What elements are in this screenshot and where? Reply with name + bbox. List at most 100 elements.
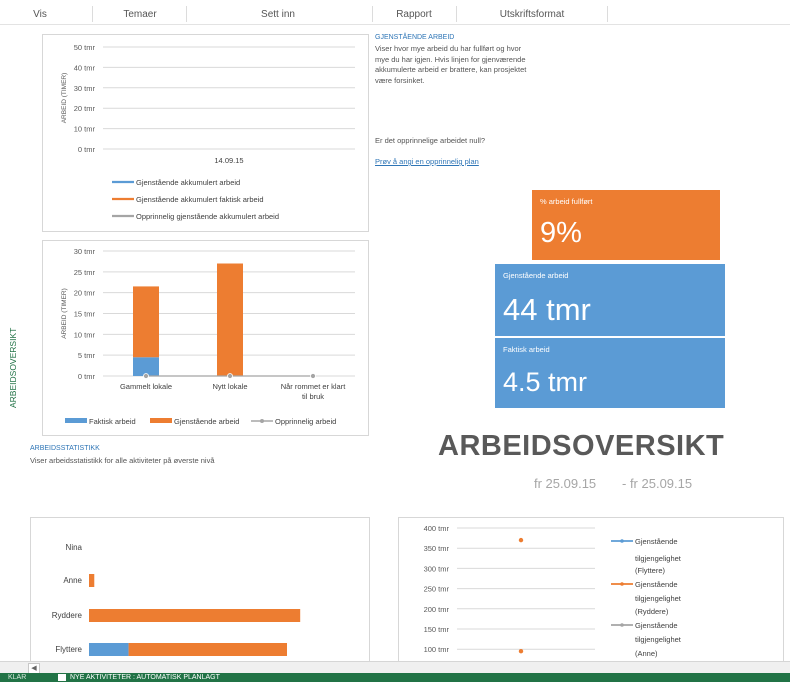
legend-label: Gjenstående arbeid: [174, 417, 239, 426]
y-tick-label: 20 tmr: [74, 289, 96, 298]
burndown-chart-svg: 50 tmr 40 tmr 30 tmr 20 tmr 10 tmr 0 tmr ARBEI…: [61, 43, 355, 221]
x-tick-label: Gammelt lokale: [120, 382, 172, 391]
x-tick-label: 14.09.15: [214, 156, 243, 165]
tile-value: 44 tmr: [503, 292, 591, 327]
y-tick-label: 400 tmr: [424, 524, 450, 533]
category-label: Flyttere: [55, 645, 82, 654]
y-axis-label: ARBEID (TIMER): [61, 73, 68, 124]
y-tick-label: 5 tmr: [78, 351, 96, 360]
bar: [133, 286, 159, 358]
legend-swatch: [65, 418, 87, 423]
tile-label: Gjenstående arbeid: [503, 271, 569, 280]
y-tick-label: 350 tmr: [424, 544, 450, 553]
legend-label: Opprinnelig arbeid: [275, 417, 336, 426]
tab-temaer[interactable]: Temaer: [123, 9, 156, 20]
work-stats-heading: ARBEIDSSTATISTIKK: [30, 445, 100, 452]
category-label: Ryddere: [52, 611, 83, 620]
ribbon-separator: [186, 6, 187, 22]
legend-label: tilgjengelighet: [635, 635, 682, 644]
data-point: [143, 373, 149, 379]
burndown-chart[interactable]: 50 tmr 40 tmr 30 tmr 20 tmr 10 tmr 0 tmr ARBEI…: [42, 34, 369, 232]
description-line: mye du har igjen. Hvis linjen for gjenvæ…: [375, 54, 526, 64]
start-date: fr 25.09.15: [534, 476, 597, 491]
y-tick-label: 25 tmr: [74, 268, 96, 277]
remaining-work-tile: Gjenstående arbeid 44 tmr: [495, 264, 725, 336]
end-date: - fr 25.09.15: [622, 476, 693, 491]
y-axis-label: ARBEID (TIMER): [61, 288, 68, 339]
data-point: [518, 649, 524, 654]
description-line: Viser hvor mye arbeid du har fullført og…: [375, 44, 522, 53]
description-line: akkumulerte arbeid er brattere, kan pros…: [375, 65, 527, 74]
ribbon-separator: [607, 6, 608, 22]
legend-label: tilgjengelighet: [635, 594, 682, 603]
legend-label: (Ryddere): [635, 607, 669, 616]
y-tick-label: 10 tmr: [74, 330, 96, 339]
ribbon-separator: [372, 6, 373, 22]
category-label: Anne: [63, 576, 82, 585]
data-point: [227, 373, 233, 379]
legend-label: (Flyttere): [635, 566, 666, 575]
legend-marker: [620, 582, 624, 586]
y-tick-label: 100 tmr: [424, 645, 450, 654]
legend-marker: [620, 539, 624, 543]
tab-vis[interactable]: Vis: [33, 9, 47, 20]
bar: [217, 263, 243, 376]
y-tick-label: 10 tmr: [74, 125, 96, 134]
y-tick-label: 15 tmr: [74, 310, 96, 319]
y-tick-label: 30 tmr: [74, 84, 96, 93]
legend-marker: [260, 419, 264, 423]
task-work-chart[interactable]: 30 tmr 25 tmr 20 tmr 15 tmr 10 tmr 5 tmr 0 tmr…: [42, 240, 369, 436]
side-title-text: ARBEIDSOVERSIKT: [8, 328, 18, 408]
y-tick-label: 200 tmr: [424, 605, 450, 614]
tile-value: 4.5 tmr: [503, 367, 588, 397]
legend-label: Opprinnelig gjenstående akkumulert arbei…: [136, 212, 279, 221]
legend-marker: [620, 623, 624, 627]
y-tick-label: 0 tmr: [78, 372, 96, 381]
bar: [89, 609, 301, 622]
side-title: ARBEIDSOVERSIKT: [8, 328, 18, 408]
work-stats-description: Viser arbeidsstatistikk for alle aktivit…: [30, 456, 215, 465]
y-tick-label: 150 tmr: [424, 625, 450, 634]
legend-label: Gjenstående akkumulert arbeid: [136, 178, 240, 187]
ribbon: Vis Temaer Sett inn Rapport Utskriftsfor…: [0, 0, 790, 25]
tab-utskriftsformat[interactable]: Utskriftsformat: [500, 9, 564, 20]
y-tick-label: 300 tmr: [424, 564, 450, 573]
tab-rapport[interactable]: Rapport: [396, 9, 432, 20]
actual-work-tile: Faktisk arbeid 4.5 tmr: [495, 338, 725, 408]
ribbon-separator: [456, 6, 457, 22]
percent-complete-tile: % arbeid fullført 9%: [532, 190, 720, 260]
bar: [128, 643, 287, 656]
bar: [89, 643, 129, 656]
legend-label: Gjenstående: [635, 580, 678, 589]
tab-sett-inn[interactable]: Sett inn: [261, 9, 295, 20]
set-baseline-link[interactable]: Prøv å angi en opprinnelig plan: [375, 157, 479, 166]
legend-label: tilgjengelighet: [635, 554, 682, 563]
y-tick-label: 40 tmr: [74, 63, 96, 72]
y-tick-label: 50 tmr: [74, 43, 96, 52]
resource-work-chart-svg: Nina Anne Ryddere Flyttere: [52, 543, 301, 656]
availability-chart-svg: 400 tmr 350 tmr 300 tmr 250 tmr 200 tmr 150 t…: [424, 524, 682, 658]
sheet-icon: [58, 674, 66, 681]
remaining-work-heading: GJENSTÅENDE ARBEID: [375, 34, 455, 41]
legend-label: (Anne): [635, 649, 658, 658]
x-tick-label: Når rommet er klart til bruk: [281, 382, 347, 401]
status-ready: KLAR: [8, 674, 27, 681]
y-tick-label: 0 tmr: [78, 145, 96, 154]
tile-label: Faktisk arbeid: [503, 345, 550, 354]
y-tick-label: 250 tmr: [424, 585, 450, 594]
data-point: [310, 373, 316, 379]
tile-value: 9%: [540, 217, 582, 249]
legend-swatch: [150, 418, 172, 423]
baseline-question: Er det opprinnelige arbeidet null?: [375, 136, 486, 145]
resource-work-chart[interactable]: Nina Anne Ryddere Flyttere: [30, 517, 370, 662]
availability-chart[interactable]: 400 tmr 350 tmr 300 tmr 250 tmr 200 tmr 150 t…: [398, 517, 784, 662]
description-line: være forsinket.: [375, 75, 425, 85]
y-tick-label: 30 tmr: [74, 247, 96, 256]
ribbon-separator: [92, 6, 93, 22]
legend-label: Gjenstående: [635, 537, 678, 546]
task-work-chart-svg: 30 tmr 25 tmr 20 tmr 15 tmr 10 tmr 5 tmr 0 tmr…: [61, 247, 355, 426]
status-view-name[interactable]: NYE AKTIVITETER : AUTOMATISK PLANLAGT: [70, 673, 220, 682]
status-bar: KLAR NYE AKTIVITETER : AUTOMATISK PLANLA…: [0, 673, 790, 682]
report-title: ARBEIDSOVERSIKT: [438, 430, 725, 462]
tile-label: % arbeid fullført: [540, 197, 593, 206]
